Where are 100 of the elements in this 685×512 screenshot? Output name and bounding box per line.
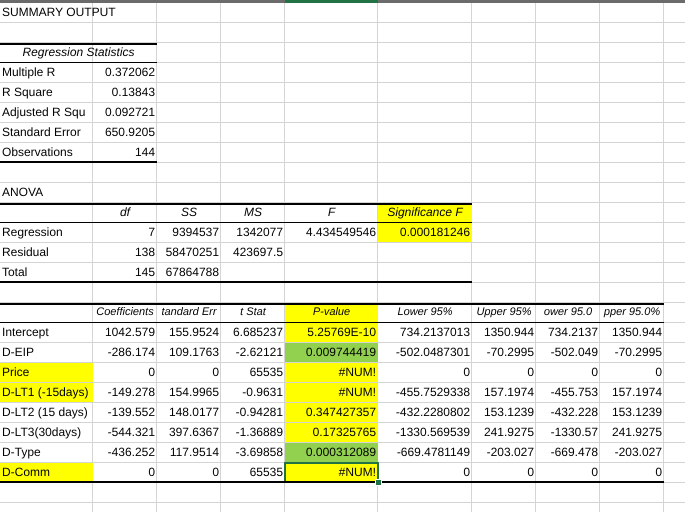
table-cell-text: 148.0177: [168, 404, 220, 421]
table-cell-text: 153.1239: [610, 404, 663, 421]
table-cell-text: 58470251: [164, 244, 220, 261]
row-label: Intercept: [1, 324, 50, 341]
table-cell-text: -669.478: [550, 444, 599, 461]
row-label: D-LT1 (-15days): [0, 383, 93, 402]
column-header: pper 95.0%: [602, 305, 662, 320]
table-cell-text: -70.2995: [486, 344, 535, 361]
table-cell: #NUM!: [285, 363, 378, 382]
table-cell-text: 0: [654, 464, 663, 481]
column-header: tandard Err: [160, 305, 218, 320]
table-cell-text: -1330.57: [550, 424, 599, 441]
table-cell-text: 109.1763: [168, 344, 220, 361]
table-cell-text: -1330.569539: [394, 424, 471, 441]
table-cell-text: 0: [526, 364, 535, 381]
section-title: ANOVA: [1, 184, 44, 201]
table-cell-text: -432.2280802: [394, 404, 471, 421]
table-cell-text: -0.94281: [234, 404, 284, 421]
table-cell-text: -203.027: [486, 444, 535, 461]
table-cell-text: 0: [147, 364, 156, 381]
table-cell: 5.25769E-10: [285, 323, 378, 342]
table-cell-text: 1042.579: [104, 324, 156, 341]
row-label: Total: [1, 264, 28, 281]
table-cell-text: 4.434549546: [304, 224, 377, 241]
table-cell-text: 138: [134, 244, 156, 261]
table-cell-text: 734.2137: [546, 324, 599, 341]
table-cell-text: -3.69858: [234, 444, 284, 461]
table-cell-text: 117.9514: [168, 444, 220, 461]
table-cell-text: 0.092721: [104, 104, 156, 121]
table-cell-text: -455.753: [550, 384, 599, 401]
table-cell: 0.000312089: [285, 443, 378, 462]
table-cell: 0.000181246: [378, 223, 472, 242]
table-cell-text: -544.321: [106, 424, 156, 441]
column-header: df: [118, 204, 132, 221]
table-cell-text: 0: [462, 364, 471, 381]
row-label: Standard Error: [1, 124, 82, 141]
row-label: D-EIP: [1, 344, 36, 361]
table-cell-text: -502.0487301: [394, 344, 471, 361]
table-cell-text: 0.13843: [110, 84, 156, 101]
table-cell-text: -432.228: [550, 404, 599, 421]
row-label: R Square: [1, 84, 54, 101]
column-header: SS: [180, 204, 198, 221]
row-label: Observations: [1, 144, 74, 161]
table-cell-text: 67864788: [164, 264, 220, 281]
table-cell-text: 9394537: [171, 224, 220, 241]
table-cell-text: -2.62121: [234, 344, 284, 361]
table-cell-text: -286.174: [106, 344, 156, 361]
row-label: Residual: [1, 244, 50, 261]
table-cell-text: -1.36889: [234, 424, 284, 441]
table-cell-text: -0.9631: [241, 384, 284, 401]
table-cell: 0.347427357: [285, 403, 378, 422]
table-cell-text: 0: [211, 364, 220, 381]
table-cell-text: 0: [590, 364, 599, 381]
column-header: t Stat: [239, 305, 268, 320]
table-cell-text: 650.9205: [104, 124, 156, 141]
row-label: D-LT3(30days): [1, 424, 82, 441]
table-cell-text: 0: [462, 464, 471, 481]
table-cell-text: 145: [134, 264, 156, 281]
table-cell-text: -70.2995: [614, 344, 663, 361]
row-label: Regression: [1, 224, 64, 241]
row-label: D-Type: [1, 444, 42, 461]
row-label: Price: [0, 363, 93, 382]
table-cell: 0.009744419: [285, 343, 378, 362]
column-header: ower 95.0: [542, 305, 594, 320]
table-cell-text: 1350.944: [610, 324, 663, 341]
table-cell-text: 0: [147, 464, 156, 481]
table-cell-text: -502.049: [550, 344, 599, 361]
column-header: Coefficients: [95, 305, 155, 320]
table-cell-text: 734.2137013: [398, 324, 471, 341]
table-cell-text: 0.372062: [104, 64, 156, 81]
table-cell-text: 155.9524: [168, 324, 220, 341]
table-cell-text: -436.252: [106, 444, 156, 461]
column-header: Upper 95%: [475, 305, 533, 320]
table-cell-text: 7: [147, 224, 156, 241]
table-cell-text: -203.027: [614, 444, 663, 461]
table-cell-text: 154.9965: [168, 384, 220, 401]
column-header: Lower 95%: [396, 305, 454, 320]
table-cell-text: 0: [590, 464, 599, 481]
table-cell-text: 6.685237: [232, 324, 284, 341]
row-label: D-Comm: [0, 463, 93, 482]
table-cell-text: 241.9275: [482, 424, 535, 441]
row-label: Multiple R: [1, 64, 56, 81]
table-cell-text: -455.7529338: [394, 384, 471, 401]
fill-handle[interactable]: [375, 479, 382, 486]
table-cell-text: -139.552: [106, 404, 156, 421]
column-header: F: [326, 204, 337, 221]
table-cell-text: 144: [134, 144, 156, 161]
table-cell-text: 65535: [248, 364, 284, 381]
table-heading: Regression Statistics: [21, 44, 136, 61]
row-label: Adjusted R Squ: [1, 104, 86, 121]
table-cell-text: 1342077: [235, 224, 284, 241]
table-cell: 0.17325765: [285, 423, 378, 442]
table-cell-text: 65535: [248, 464, 284, 481]
table-cell-text: 241.9275: [610, 424, 663, 441]
sheet-title: SUMMARY OUTPUT: [1, 4, 117, 21]
table-cell: #NUM!: [285, 383, 378, 402]
table-cell-text: -669.4781149: [396, 444, 471, 461]
table-cell-text: 153.1239: [482, 404, 535, 421]
table-cell-text: -149.278: [106, 384, 156, 401]
table-cell-text: 0: [211, 464, 220, 481]
